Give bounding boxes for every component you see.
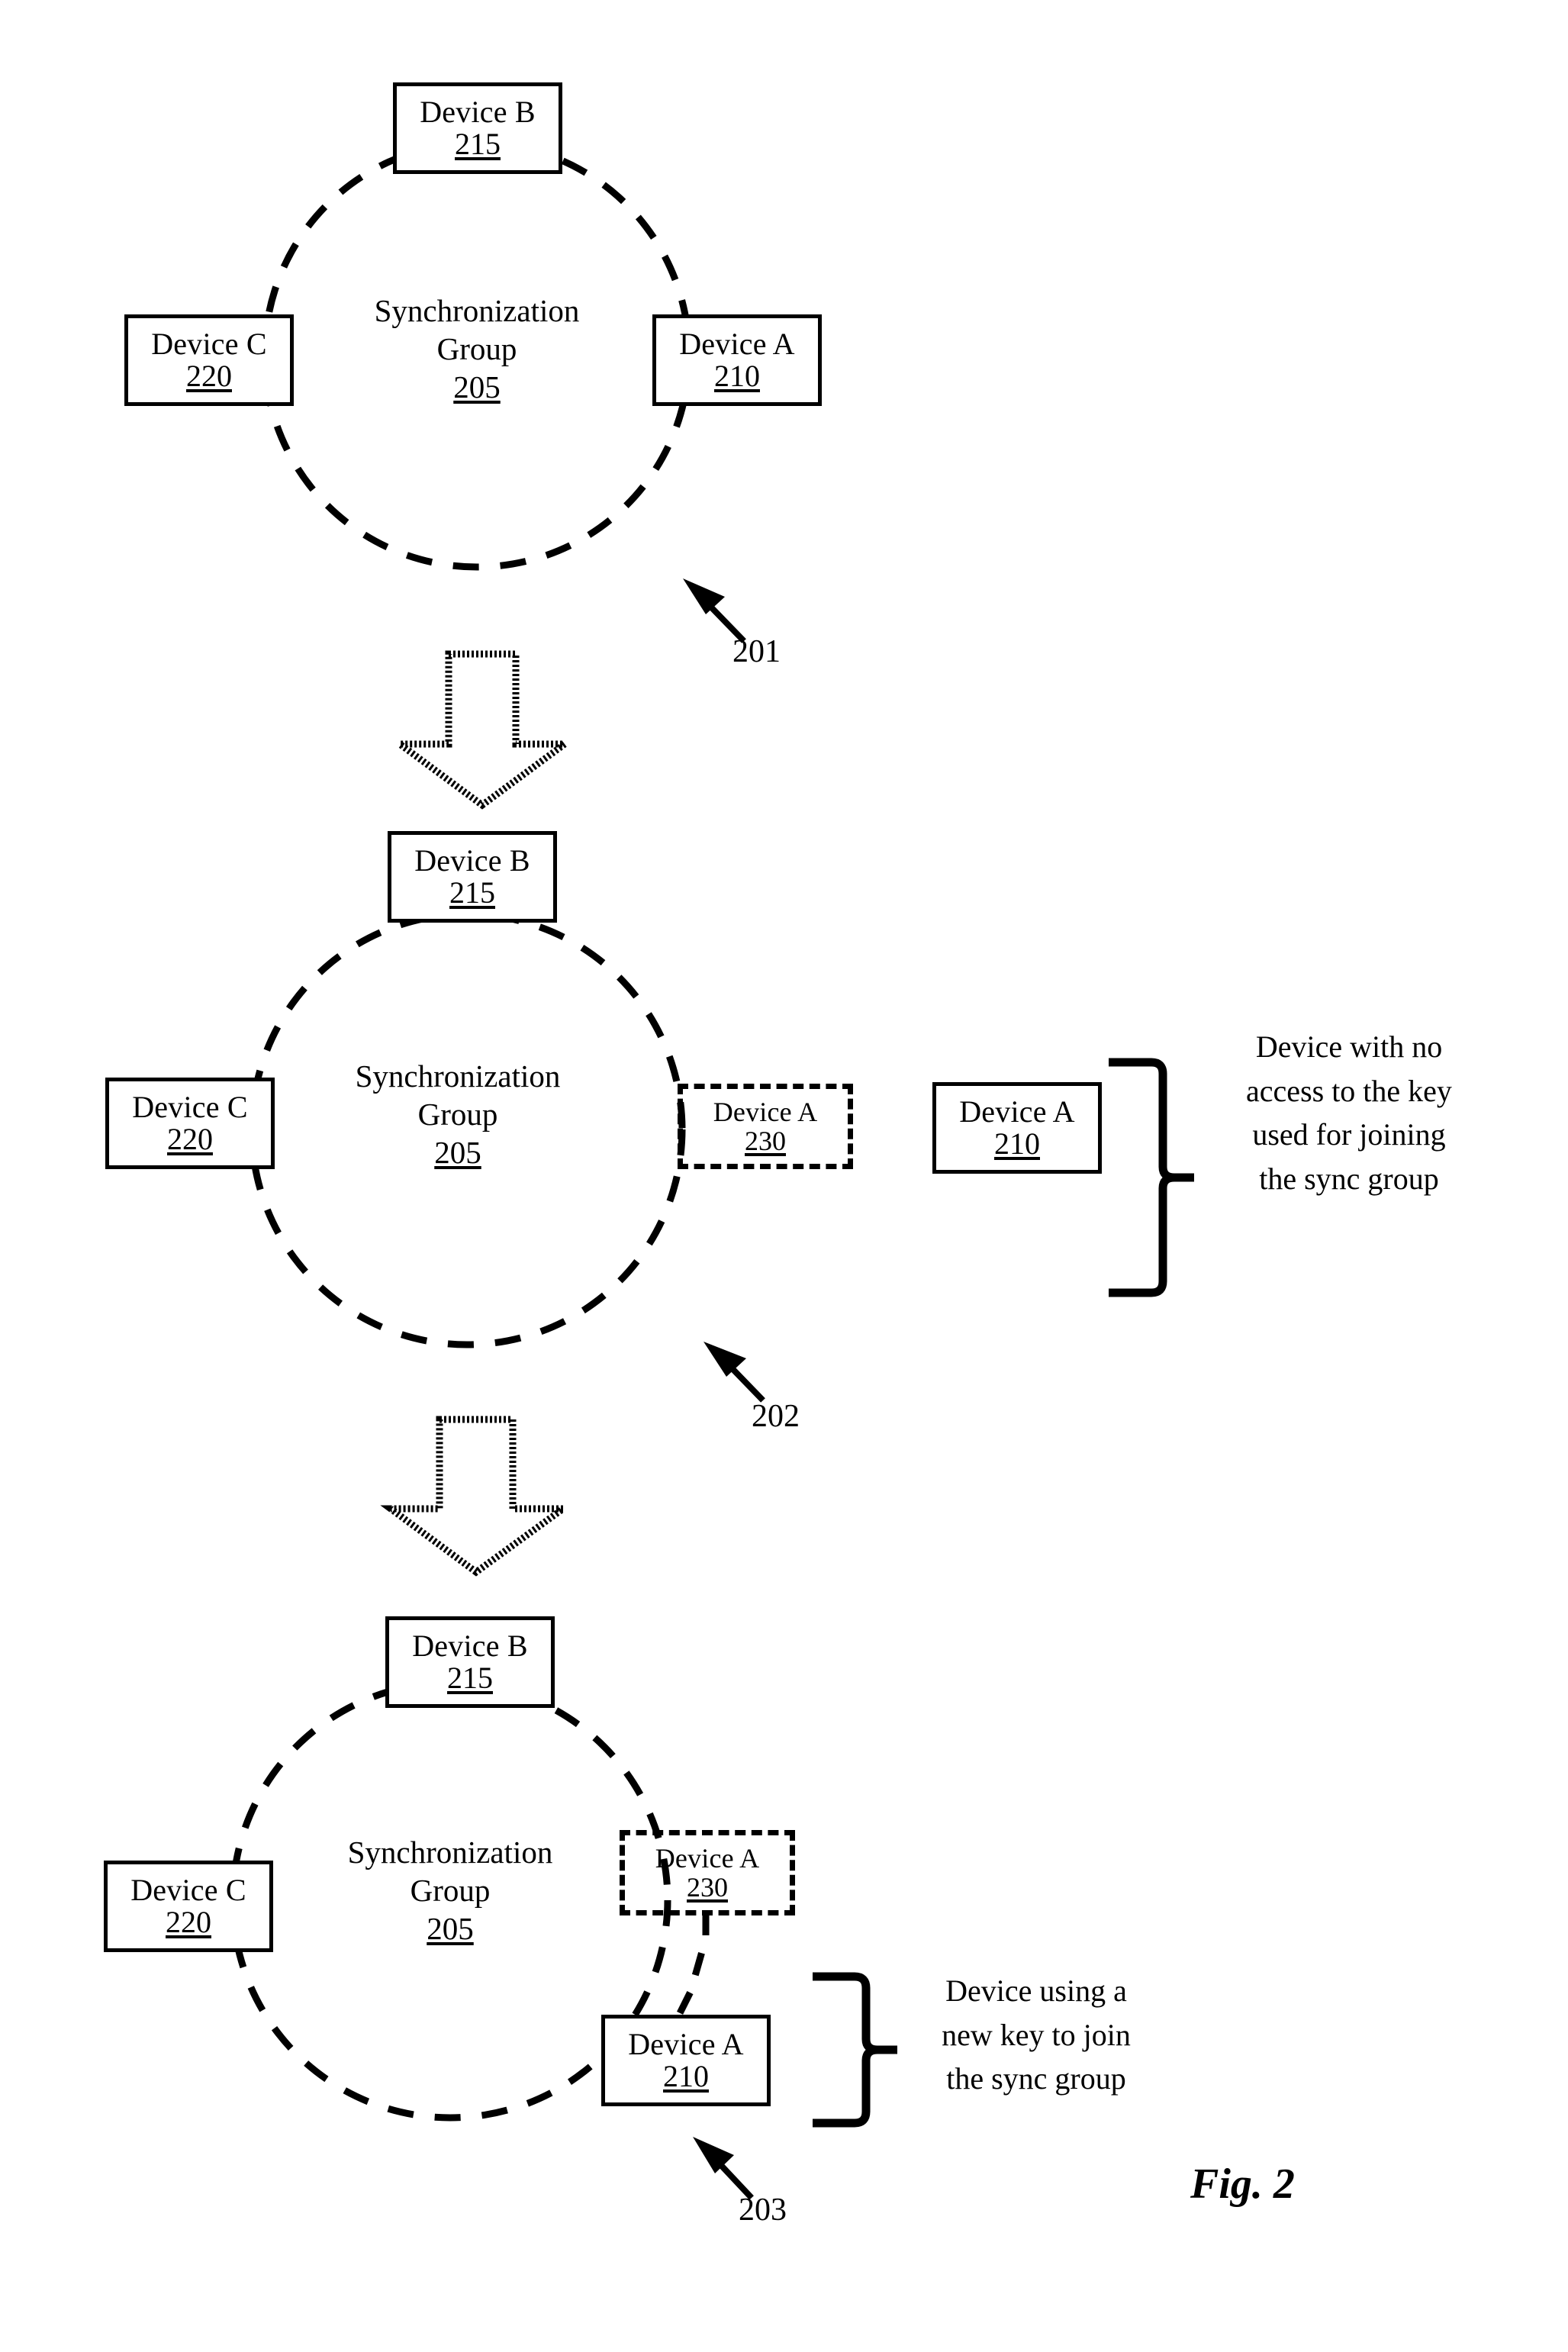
leader-arrow-201 xyxy=(683,578,746,643)
group-caption-line-1: Synchronization xyxy=(347,1835,553,1870)
annotation-line-3: used for joining xyxy=(1252,1117,1446,1152)
device-number: 210 xyxy=(994,1126,1040,1161)
group-caption-number: 205 xyxy=(453,369,501,405)
panel-202-group-caption: Synchronization Group 205 xyxy=(313,1057,603,1171)
panel-201-device-c-box[interactable]: Device C 220 xyxy=(124,314,294,406)
group-caption-line-2: Group xyxy=(436,331,517,367)
device-number: 220 xyxy=(186,359,232,393)
device-number: 215 xyxy=(447,1661,493,1695)
panel-203-annotation: Device using a new key to join the sync … xyxy=(899,1969,1174,2101)
panel-201-group-caption: Synchronization Group 205 xyxy=(332,292,622,406)
annotation-line-2: access to the key xyxy=(1246,1073,1452,1108)
group-caption-line-1: Synchronization xyxy=(374,293,580,328)
annotation-line-1: Device using a xyxy=(945,1973,1127,2008)
device-label: Device C xyxy=(151,326,267,361)
device-number: 220 xyxy=(167,1122,213,1156)
panel-203-device-c-box[interactable]: Device C 220 xyxy=(104,1861,273,1952)
device-label: Device A xyxy=(713,1096,818,1127)
panel-202-device-a-outside-box[interactable]: Device A 210 xyxy=(932,1082,1102,1174)
panel-202-annotation: Device with no access to the key used fo… xyxy=(1196,1025,1502,1200)
device-label: Device C xyxy=(130,1872,246,1907)
group-caption-line-2: Group xyxy=(417,1097,498,1133)
ghost-device-connector-203 xyxy=(675,1912,710,2017)
device-number: 210 xyxy=(714,359,760,393)
figure-label: Fig. 2 xyxy=(1190,2160,1295,2208)
group-caption-number: 205 xyxy=(434,1135,481,1171)
leader-arrow-203 xyxy=(693,2137,754,2200)
annotation-brace-203 xyxy=(813,1972,897,2128)
annotation-line-4: the sync group xyxy=(1259,1161,1439,1196)
annotation-line-2: new key to join xyxy=(942,2017,1131,2052)
device-number: 230 xyxy=(687,1872,728,1903)
panel-202-device-b-box[interactable]: Device B 215 xyxy=(388,831,557,923)
device-label: Device A xyxy=(655,1842,760,1874)
panel-203-device-a-joined-box[interactable]: Device A 210 xyxy=(601,2015,771,2106)
device-label: Device A xyxy=(679,326,795,361)
group-caption-line-1: Synchronization xyxy=(355,1058,561,1094)
group-caption-line-2: Group xyxy=(410,1873,491,1909)
reference-numeral-201: 201 xyxy=(732,634,781,669)
device-number: 210 xyxy=(663,2059,709,2093)
annotation-line-3: the sync group xyxy=(946,2061,1126,2096)
reference-numeral-202: 202 xyxy=(752,1399,800,1434)
reference-numeral-203: 203 xyxy=(739,2193,787,2228)
device-label: Device C xyxy=(132,1089,248,1124)
panel-203-device-a-ghost-box[interactable]: Device A 230 xyxy=(620,1830,795,1915)
device-label: Device A xyxy=(628,2026,744,2061)
panel-202-device-a-ghost-box[interactable]: Device A 230 xyxy=(678,1084,853,1169)
annotation-line-1: Device with no xyxy=(1255,1029,1443,1064)
panel-202-device-c-box[interactable]: Device C 220 xyxy=(105,1078,275,1169)
transition-block-arrow-2 xyxy=(380,1416,574,1577)
panel-203-group-caption: Synchronization Group 205 xyxy=(305,1833,595,1948)
group-caption-number: 205 xyxy=(427,1911,474,1947)
device-number: 215 xyxy=(455,127,501,161)
device-label: Device B xyxy=(412,1628,528,1663)
transition-block-arrow-1 xyxy=(389,650,575,810)
device-number: 220 xyxy=(166,1905,211,1939)
panel-201-device-b-box[interactable]: Device B 215 xyxy=(393,82,562,174)
leader-arrow-202 xyxy=(704,1342,765,1403)
device-label: Device B xyxy=(420,94,536,129)
panel-203-device-b-box[interactable]: Device B 215 xyxy=(385,1616,555,1708)
patent-figure: Device B 215 Device C 220 Device A 210 S… xyxy=(0,0,1568,2352)
annotation-brace-202 xyxy=(1109,1058,1194,1297)
panel-201-device-a-box[interactable]: Device A 210 xyxy=(652,314,822,406)
device-number: 230 xyxy=(745,1126,786,1156)
device-number: 215 xyxy=(449,875,495,910)
device-label: Device B xyxy=(414,843,530,878)
device-label: Device A xyxy=(959,1094,1075,1129)
